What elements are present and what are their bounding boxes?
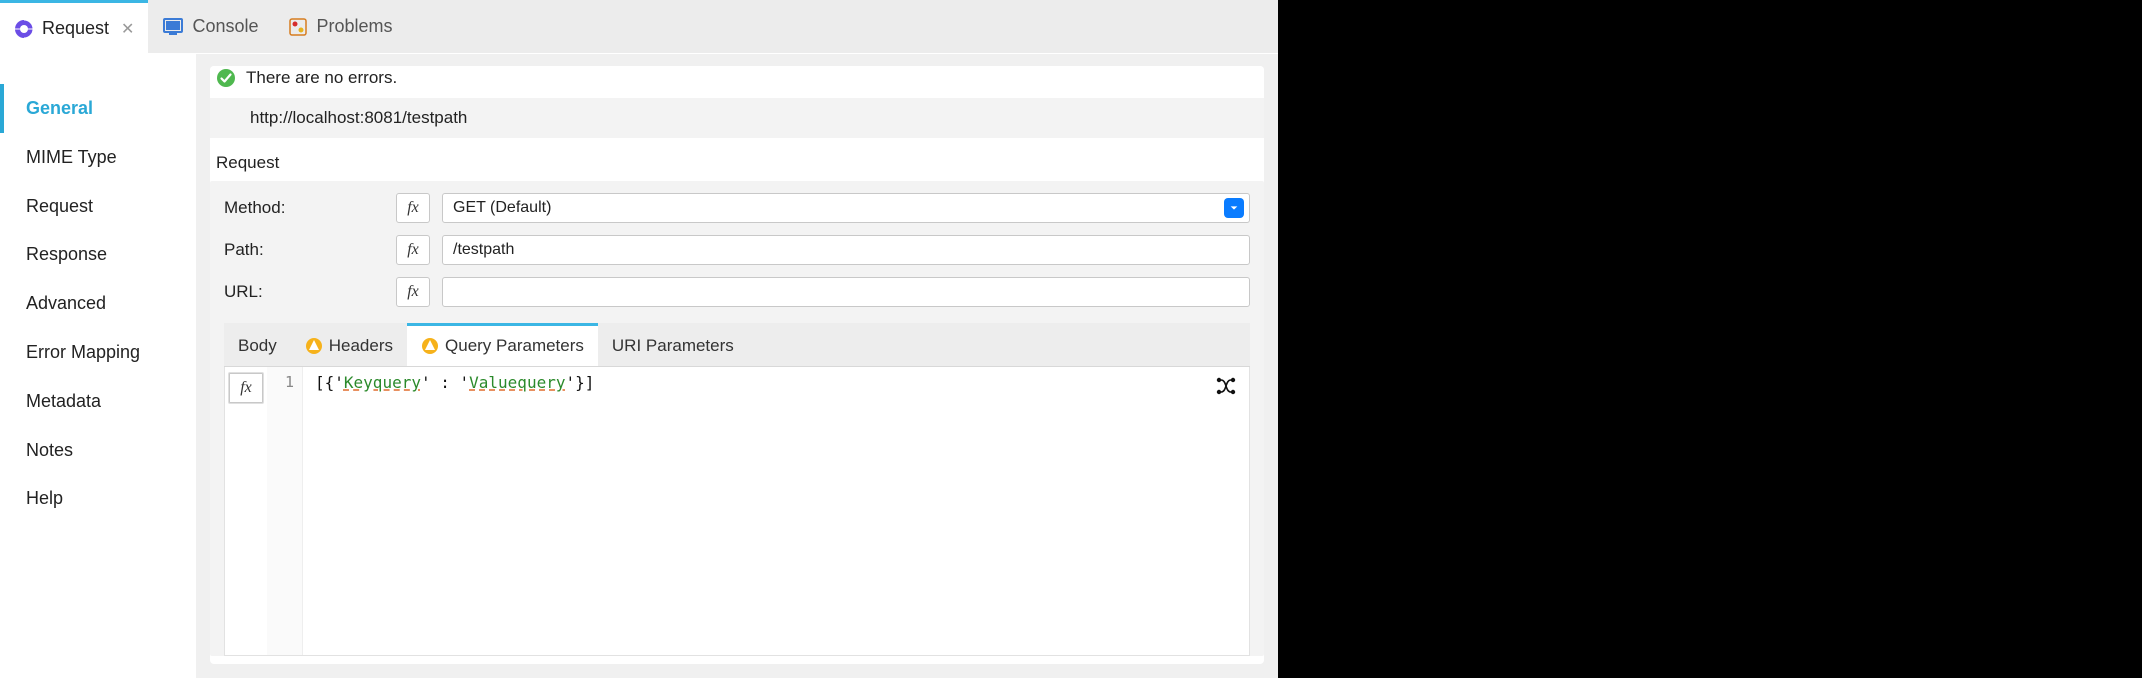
sidebar-item-response[interactable]: Response — [0, 230, 196, 279]
config-card: There are no errors. http://localhost:80… — [210, 66, 1264, 664]
url-display-value: http://localhost:8081/testpath — [224, 108, 467, 127]
sidebar-item-general[interactable]: General — [0, 84, 196, 133]
sidebar-item-request[interactable]: Request — [0, 182, 196, 231]
subtab-query-label: Query Parameters — [445, 336, 584, 356]
code-value: Valuequery — [469, 373, 565, 392]
method-label: Method: — [224, 198, 384, 218]
tab-request[interactable]: Request ✕ — [0, 0, 148, 54]
sidebar-item-help[interactable]: Help — [0, 474, 196, 523]
request-form: Method: fx GET (Default) Path: fx — [210, 181, 1264, 656]
path-input[interactable] — [442, 235, 1250, 265]
editor-code[interactable]: [{'Keyquery' : 'Valuequery'}] — [303, 367, 1249, 655]
code-mid: ' : ' — [421, 373, 469, 392]
url-input[interactable] — [442, 277, 1250, 307]
method-value: GET (Default) — [442, 193, 1250, 223]
method-select[interactable]: GET (Default) — [442, 193, 1250, 223]
console-icon — [162, 16, 184, 38]
expression-editor[interactable]: fx 1 [{'Keyquery' : 'Valuequery'}] — [224, 367, 1250, 656]
success-check-icon — [216, 68, 236, 88]
editor-tabstrip: Request ✕ Console Problems — [0, 0, 1278, 54]
code-prefix: [{' — [315, 373, 344, 392]
request-subtabs: Body Headers — [224, 323, 1250, 367]
subtab-uri-label: URI Parameters — [612, 336, 734, 356]
chevron-down-icon[interactable] — [1224, 198, 1244, 218]
fx-button-path[interactable]: fx — [396, 235, 430, 265]
url-display-row: http://localhost:8081/testpath — [210, 98, 1264, 139]
subtab-uri-parameters[interactable]: URI Parameters — [598, 323, 748, 366]
close-icon[interactable]: ✕ — [121, 19, 134, 39]
subtab-query-parameters[interactable]: Query Parameters — [407, 323, 598, 366]
url-label: URL: — [224, 282, 384, 302]
tab-problems-label: Problems — [317, 16, 393, 37]
main-panel: There are no errors. http://localhost:80… — [196, 54, 1278, 678]
sidebar-item-notes[interactable]: Notes — [0, 426, 196, 475]
subtab-body-label: Body — [238, 336, 277, 356]
sidebar: General MIME Type Request Response Advan… — [0, 54, 196, 678]
request-globe-icon — [14, 19, 34, 39]
subtab-headers[interactable]: Headers — [291, 323, 407, 366]
request-subtabs-wrap: Body Headers — [224, 323, 1250, 656]
status-bar: There are no errors. — [210, 66, 1264, 98]
url-row: URL: fx — [224, 277, 1250, 307]
line-number: 1 — [267, 373, 294, 391]
status-text: There are no errors. — [246, 68, 397, 88]
path-label: Path: — [224, 240, 384, 260]
sidebar-item-metadata[interactable]: Metadata — [0, 377, 196, 426]
code-suffix: '}] — [565, 373, 594, 392]
editor-fx-col: fx — [225, 367, 267, 655]
problems-icon — [287, 16, 309, 38]
sidebar-item-mime-type[interactable]: MIME Type — [0, 133, 196, 182]
tab-console[interactable]: Console — [148, 0, 272, 53]
path-row: Path: fx — [224, 235, 1250, 265]
sidebar-item-error-mapping[interactable]: Error Mapping — [0, 328, 196, 377]
tab-console-label: Console — [192, 16, 258, 37]
fx-button-url[interactable]: fx — [396, 277, 430, 307]
method-row: Method: fx GET (Default) — [224, 193, 1250, 223]
editor-gutter: 1 — [267, 367, 303, 655]
warning-icon — [421, 337, 439, 355]
fx-button-editor[interactable]: fx — [229, 373, 263, 403]
tab-problems[interactable]: Problems — [273, 0, 407, 53]
fx-button-method[interactable]: fx — [396, 193, 430, 223]
warning-icon — [305, 337, 323, 355]
request-section-label: Request — [210, 139, 1264, 181]
map-icon[interactable] — [1215, 375, 1237, 397]
subtab-headers-label: Headers — [329, 336, 393, 356]
sidebar-item-advanced[interactable]: Advanced — [0, 279, 196, 328]
tab-request-label: Request — [42, 18, 109, 39]
content-body: General MIME Type Request Response Advan… — [0, 54, 1278, 678]
code-key: Keyquery — [344, 373, 421, 392]
subtab-body[interactable]: Body — [224, 323, 291, 366]
